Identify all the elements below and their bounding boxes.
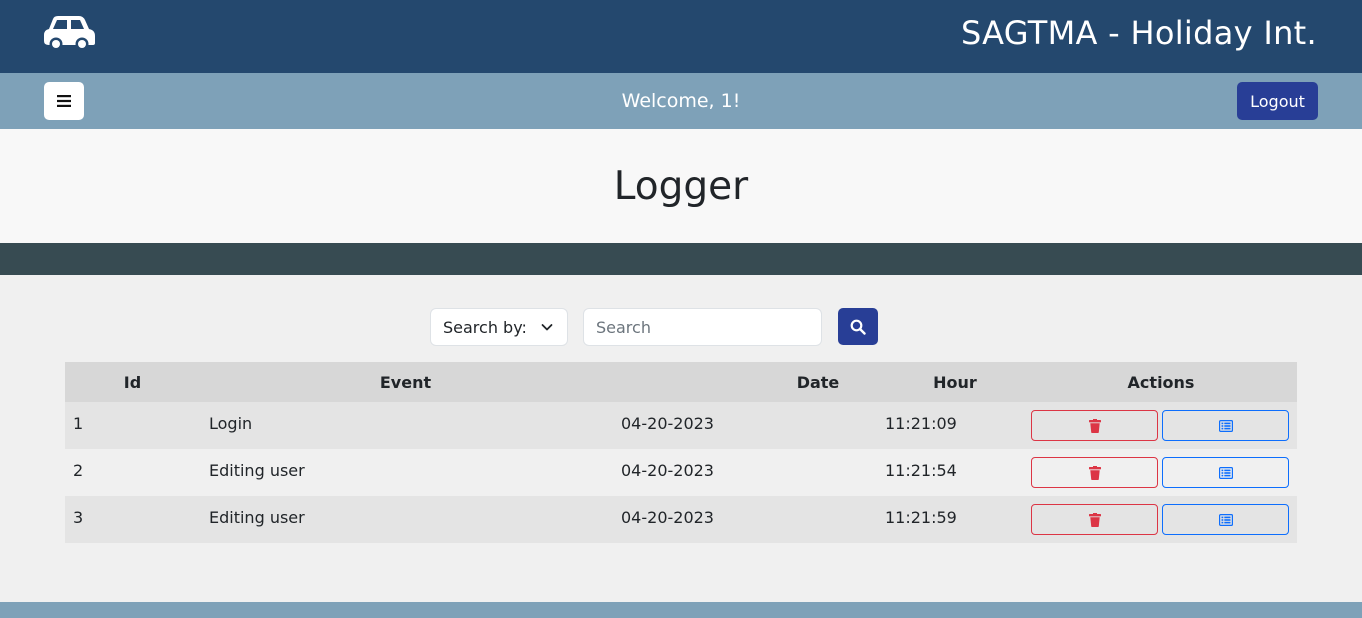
cell-event: Editing user xyxy=(200,496,611,543)
cell-hour: 11:21:09 xyxy=(885,402,1025,449)
delete-button[interactable] xyxy=(1031,410,1158,441)
column-header-event: Event xyxy=(200,362,611,402)
table-header-row: Id Event Date Hour Actions xyxy=(65,362,1297,402)
cell-event: Editing user xyxy=(200,449,611,496)
chevron-down-icon xyxy=(541,324,553,331)
details-button[interactable] xyxy=(1162,457,1289,488)
cell-hour: 11:21:54 xyxy=(885,449,1025,496)
welcome-message: Welcome, 1! xyxy=(621,90,741,112)
top-navbar: SAGTMA - Holiday Int. xyxy=(0,0,1362,73)
list-icon xyxy=(1218,419,1233,432)
page-header: Logger xyxy=(0,129,1362,243)
column-header-id: Id xyxy=(65,362,200,402)
cell-hour: 11:21:59 xyxy=(885,496,1025,543)
column-header-hour: Hour xyxy=(885,362,1025,402)
cell-date: 04-20-2023 xyxy=(611,402,885,449)
list-icon xyxy=(1218,513,1233,526)
delete-button[interactable] xyxy=(1031,457,1158,488)
table-row: 3 Editing user 04-20-2023 11:21:59 xyxy=(65,496,1297,543)
car-icon[interactable] xyxy=(43,15,96,52)
delete-button[interactable] xyxy=(1031,504,1158,535)
logger-table: Id Event Date Hour Actions 1 Login 04-20… xyxy=(65,362,1297,543)
cell-id: 1 xyxy=(65,402,200,449)
search-by-label: Search by: xyxy=(443,317,527,337)
footer-bar xyxy=(0,602,1362,618)
cell-event: Login xyxy=(200,402,611,449)
cell-date: 04-20-2023 xyxy=(611,449,885,496)
brand-title: SAGTMA - Holiday Int. xyxy=(960,14,1317,52)
details-button[interactable] xyxy=(1162,410,1289,441)
logout-button[interactable]: Logout xyxy=(1237,82,1318,120)
trash-icon xyxy=(1088,465,1101,480)
cell-id: 2 xyxy=(65,449,200,496)
search-button[interactable] xyxy=(838,308,878,345)
list-icon xyxy=(1218,466,1233,479)
search-by-select[interactable]: Search by: xyxy=(430,308,568,346)
divider-band xyxy=(0,243,1362,275)
welcome-bar: Welcome, 1! Logout xyxy=(0,73,1362,129)
table-row: 1 Login 04-20-2023 11:21:09 xyxy=(65,402,1297,449)
search-input[interactable] xyxy=(583,308,822,346)
cell-actions xyxy=(1025,449,1297,496)
column-header-date: Date xyxy=(611,362,885,402)
column-header-actions: Actions xyxy=(1025,362,1297,402)
cell-actions xyxy=(1025,496,1297,543)
cell-date: 04-20-2023 xyxy=(611,496,885,543)
cell-id: 3 xyxy=(65,496,200,543)
cell-actions xyxy=(1025,402,1297,449)
trash-icon xyxy=(1088,418,1101,433)
details-button[interactable] xyxy=(1162,504,1289,535)
search-icon xyxy=(850,319,866,335)
page-title: Logger xyxy=(613,164,749,209)
table-row: 2 Editing user 04-20-2023 11:21:54 xyxy=(65,449,1297,496)
trash-icon xyxy=(1088,512,1101,527)
